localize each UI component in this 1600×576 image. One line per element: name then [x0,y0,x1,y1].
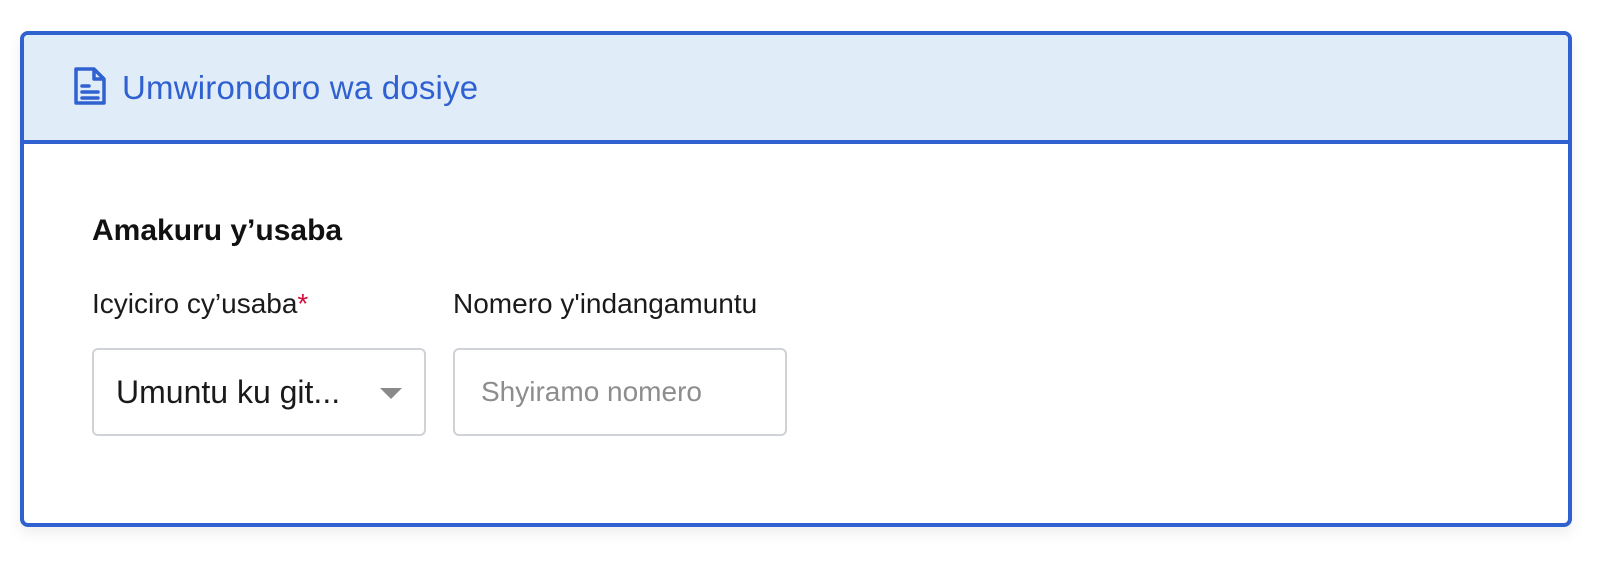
applicant-details-card: Umwirondoro wa dosiye Amakuru y’usaba Ic… [20,31,1572,527]
card-body: Amakuru y’usaba Icyiciro cy’usaba* Umunt… [24,144,1568,436]
applicant-category-label-text: Icyiciro cy’usaba [92,288,298,319]
form-fields: Icyiciro cy’usaba* Umuntu ku git... Nome… [92,288,1568,436]
card-header: Umwirondoro wa dosiye [24,35,1568,144]
chevron-down-icon [380,388,402,399]
applicant-category-field: Icyiciro cy’usaba* Umuntu ku git... [92,288,426,436]
required-asterisk: * [297,288,309,319]
applicant-category-selected-value: Umuntu ku git... [116,373,341,410]
document-icon [72,65,108,107]
section-title: Amakuru y’usaba [92,214,343,247]
applicant-category-select[interactable]: Umuntu ku git... [92,348,426,436]
id-number-label: Nomero y'indangamuntu [453,288,758,319]
id-number-input[interactable] [453,348,787,436]
id-number-field: Nomero y'indangamuntu [453,288,787,436]
applicant-category-label: Icyiciro cy’usaba* [92,288,426,328]
panel-title: Umwirondoro wa dosiye [122,68,479,106]
